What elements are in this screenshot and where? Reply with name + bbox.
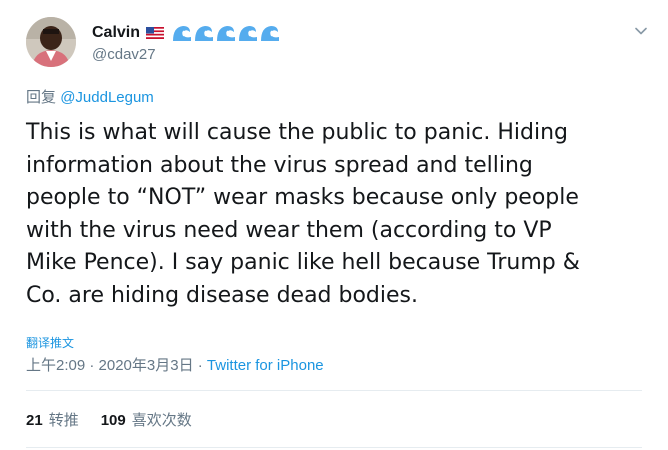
source-link[interactable]: Twitter for iPhone: [207, 357, 324, 374]
retweets-stat[interactable]: 21 转推: [26, 409, 79, 430]
tweet-text: This is what will cause the public to pa…: [26, 120, 580, 308]
likes-stat[interactable]: 109 喜欢次数: [101, 409, 192, 430]
avatar-image: [26, 17, 76, 67]
translate-tweet-link[interactable]: 翻译推文: [26, 334, 74, 351]
wave-icon: [261, 26, 280, 41]
avatar[interactable]: [26, 17, 76, 67]
reply-prefix: 回复: [26, 89, 57, 106]
wave-icon: [173, 26, 192, 41]
retweets-label: 转推: [48, 412, 79, 429]
wave-emoji-group: [172, 23, 280, 43]
retweets-count: 21: [26, 412, 43, 429]
tweet-stats: 21 转推 109 喜欢次数: [26, 409, 192, 430]
divider: [26, 390, 642, 391]
likes-count: 109: [100, 412, 126, 429]
wave-icon: [217, 26, 236, 41]
reply-mention-link[interactable]: @JuddLegum: [60, 89, 154, 106]
timestamp[interactable]: 上午2:09 · 2020年3月3日 ·: [26, 357, 207, 374]
wave-icon: [239, 26, 258, 41]
reply-context: 回复 @JuddLegum: [26, 86, 154, 107]
chevron-down-icon[interactable]: [634, 24, 648, 38]
divider: [26, 447, 642, 448]
name-row: Calvin: [92, 22, 280, 44]
tweet-card: Calvin @cdav27 回复 @JuddLegum This is wha…: [0, 0, 668, 450]
wave-icon: [195, 26, 214, 41]
us-flag-icon: [146, 27, 165, 39]
likes-label: 喜欢次数: [131, 412, 192, 429]
user-handle[interactable]: @cdav27: [92, 46, 156, 63]
display-name[interactable]: Calvin: [92, 24, 140, 42]
tweet-meta: 上午2:09 · 2020年3月3日 · Twitter for iPhone: [26, 354, 324, 375]
